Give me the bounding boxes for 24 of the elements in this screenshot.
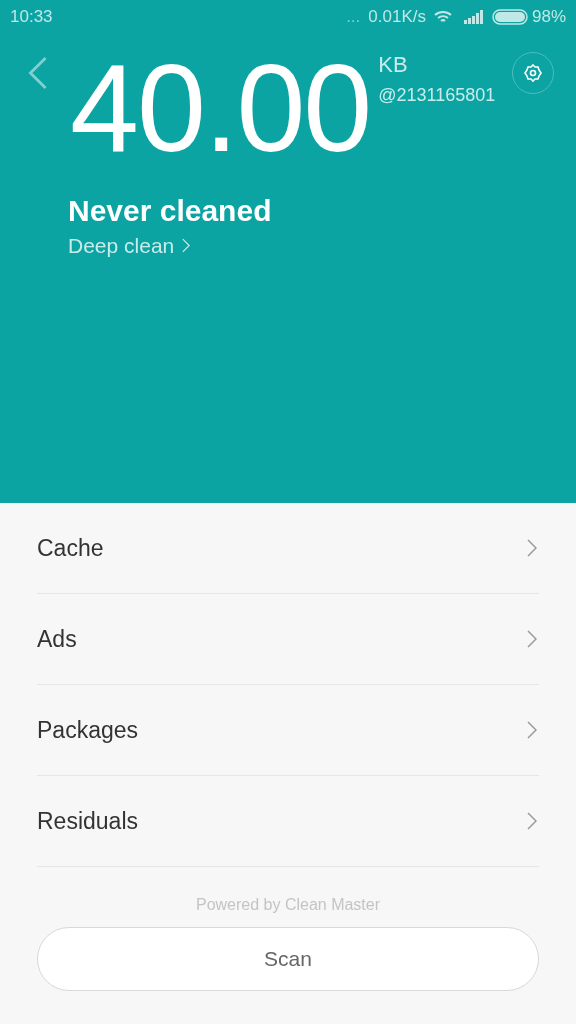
back-icon — [28, 56, 48, 90]
clean-status: Never cleaned — [68, 193, 273, 229]
battery-icon — [491, 9, 528, 25]
chevron-icon — [527, 812, 537, 830]
size-unit: KB — [378, 54, 409, 76]
settings-icon — [523, 63, 543, 83]
category-row[interactable]: Ads — [37, 594, 539, 685]
dots-indicator: ... — [346, 6, 361, 29]
signal-icon — [463, 10, 484, 24]
back-button[interactable] — [28, 56, 48, 90]
category-row[interactable]: Residuals — [37, 776, 539, 867]
wifi-icon — [433, 10, 452, 24]
cleanable-size: 40.00 — [70, 46, 371, 170]
battery-level: 98% — [531, 6, 566, 29]
chevron-icon — [182, 237, 191, 253]
chevron-icon — [527, 539, 537, 557]
chevron-icon — [527, 721, 537, 739]
category-row[interactable]: Cache — [37, 503, 539, 594]
category-row[interactable]: Packages — [37, 685, 539, 776]
scan-button[interactable]: Scan — [37, 927, 539, 991]
time: 10:33 — [10, 6, 53, 29]
chevron-icon — [527, 630, 537, 648]
account-id: @2131165801 — [378, 84, 496, 107]
network-speed: 0.01K/s — [368, 6, 426, 29]
